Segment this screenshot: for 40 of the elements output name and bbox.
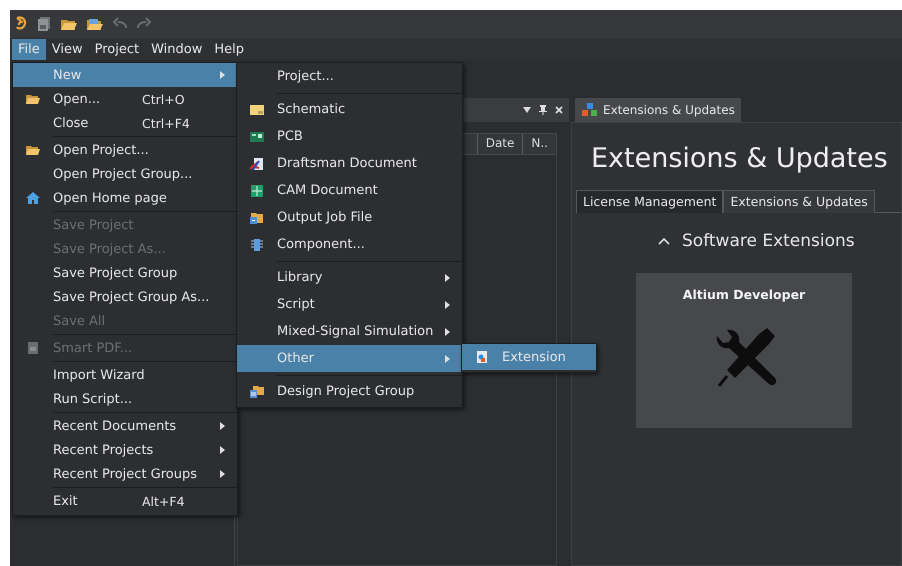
page-heading: Extensions & Updates <box>591 143 889 174</box>
menu-item[interactable]: Design Project Group <box>237 378 462 405</box>
menu-title[interactable]: Help <box>208 38 250 60</box>
column-header[interactable]: Date <box>476 134 522 154</box>
document-tab[interactable]: Extensions & Updates <box>575 98 741 122</box>
menu-item[interactable]: Draftsman Document <box>237 150 462 177</box>
menu-item[interactable]: Open Home page <box>13 186 237 210</box>
menu-item[interactable]: Save Project Group <box>13 261 237 285</box>
menu-item[interactable]: Run Script... <box>13 387 237 411</box>
menu-item[interactable]: Project... <box>237 63 462 90</box>
menu-item[interactable]: Save Project Group As... <box>13 285 237 309</box>
menu-item[interactable]: Exit Alt+F4 <box>13 489 237 513</box>
shortcut-label: Ctrl+O <box>142 92 186 106</box>
menu-item[interactable]: Component... <box>237 231 462 258</box>
menu-item[interactable]: Library <box>237 264 462 291</box>
menu-item[interactable]: Recent Projects <box>13 438 237 462</box>
menu-title[interactable]: Project <box>88 38 146 60</box>
shortcut-label: Ctrl+F4 <box>142 116 191 130</box>
extension-card[interactable]: Altium Developer <box>636 273 852 428</box>
column-header[interactable]: N.. <box>522 134 556 154</box>
shortcut-label: Alt+F4 <box>142 494 186 508</box>
menu-item[interactable]: CAM Document <box>237 177 462 204</box>
menu-item[interactable]: PCB <box>237 123 462 150</box>
menu-item[interactable]: Open... Ctrl+O <box>13 87 237 111</box>
menu-item[interactable]: Recent Project Groups <box>13 462 237 486</box>
menu-item[interactable]: Recent Documents <box>13 414 237 438</box>
menu-item[interactable]: Mixed-Signal Simulation <box>237 318 462 345</box>
menu-item[interactable]: Output Job File <box>237 204 462 231</box>
card-title: Altium Developer <box>682 287 806 302</box>
tab[interactable]: Extensions & Updates <box>723 190 875 213</box>
tab[interactable]: License Management <box>576 190 724 213</box>
tab-label: Extensions & Updates <box>603 103 735 117</box>
section-title: Software Extensions <box>682 231 855 251</box>
menu-title[interactable]: Window <box>145 38 208 60</box>
menu-item[interactable]: Close Ctrl+F4 <box>13 111 237 135</box>
menu-item[interactable]: Open Project Group... <box>13 162 237 186</box>
menu-item[interactable]: Import Wizard <box>13 363 237 387</box>
menu-item[interactable]: Script <box>237 291 462 318</box>
menu-item[interactable]: Open Project... <box>13 138 237 162</box>
menu-title[interactable]: View <box>46 38 89 60</box>
